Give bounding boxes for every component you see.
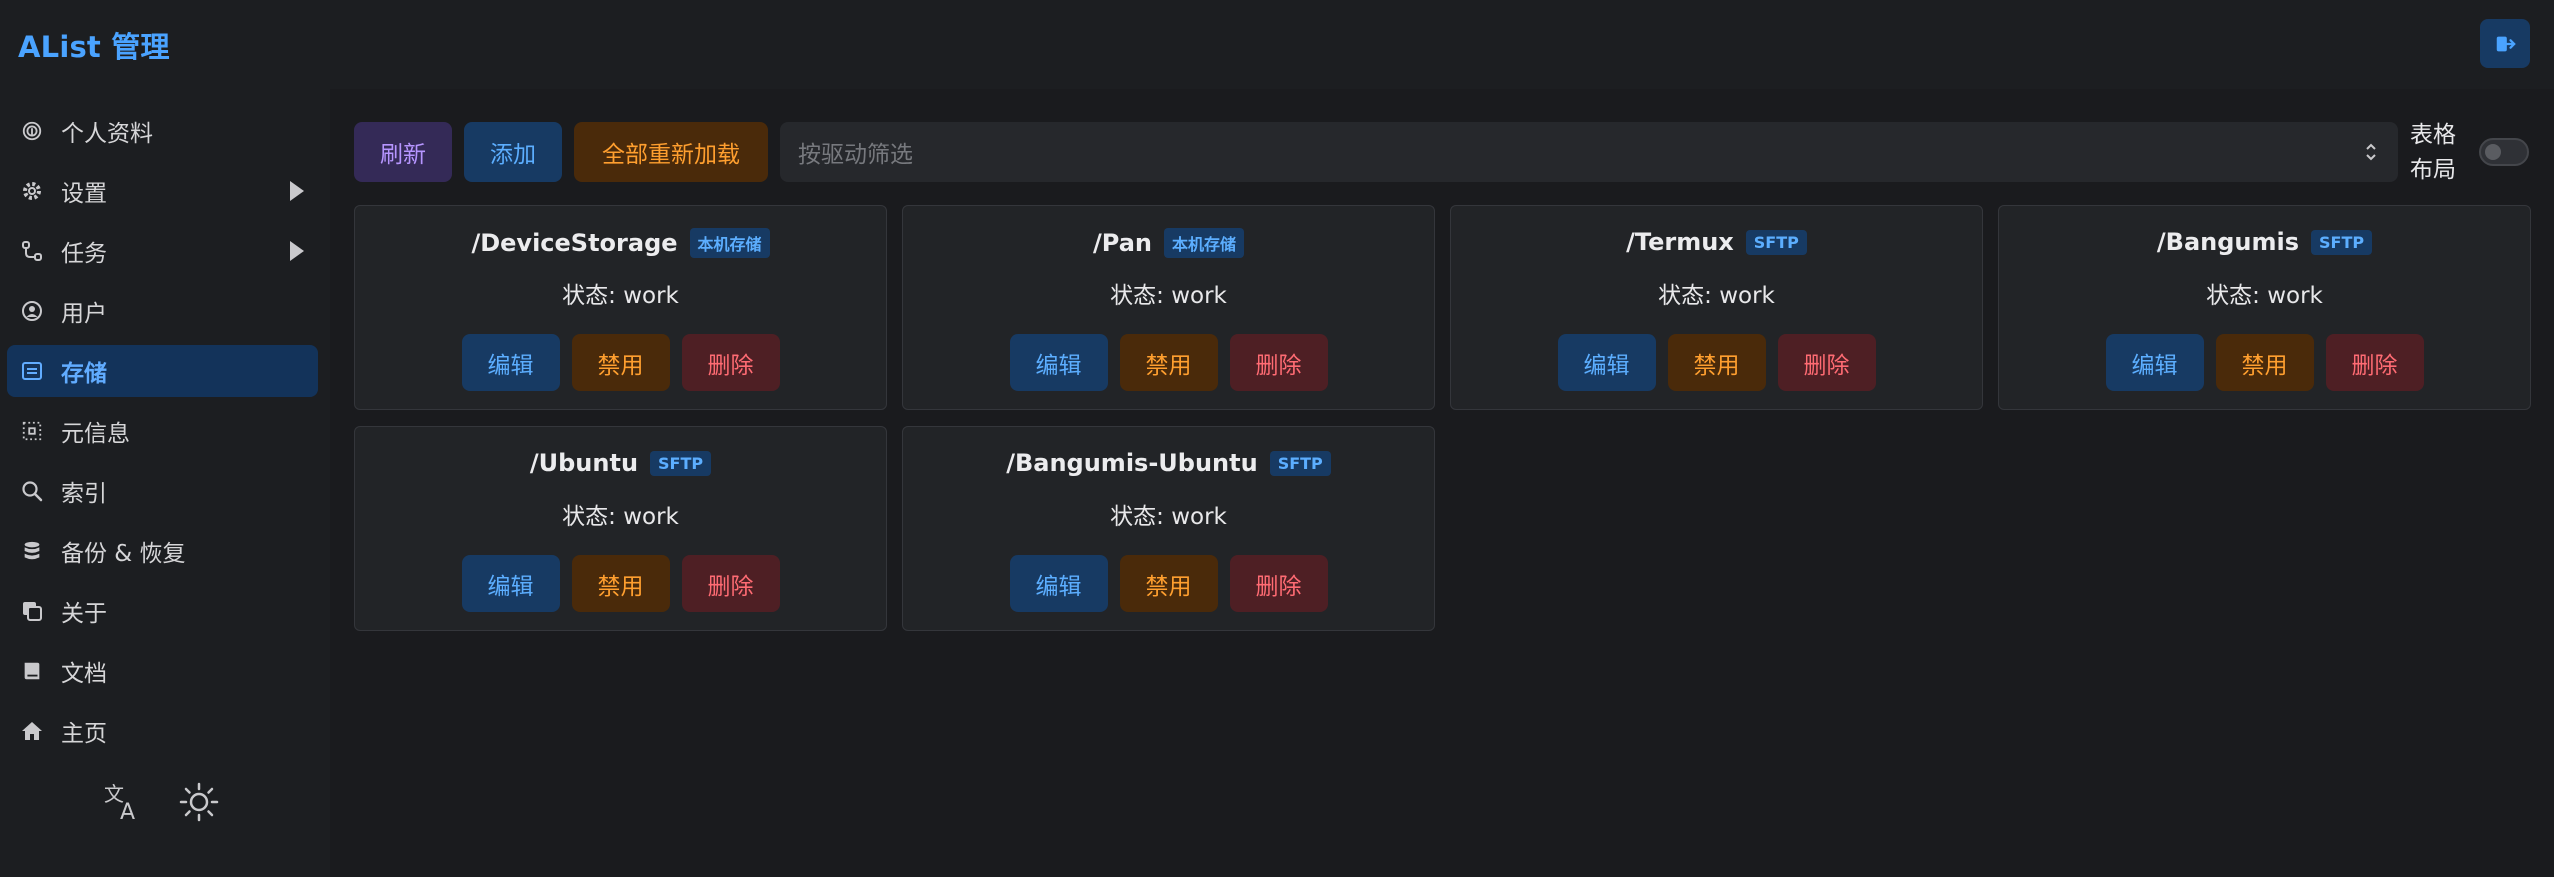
sidebar-item-label: 关于 [61,601,107,627]
driver-badge: SFTP [1745,229,1807,255]
disable-button[interactable]: 禁用 [571,555,670,612]
storage-path: /Pan [1092,229,1152,257]
top-bar: AList 管理 [0,0,2554,89]
translate-icon[interactable]: 文 A [100,779,146,825]
delete-button[interactable]: 删除 [681,555,780,612]
sidebar-item-metadata[interactable]: 元信息 [7,405,318,457]
delete-button[interactable]: 删除 [2325,334,2424,391]
edit-button[interactable]: 编辑 [2105,334,2204,391]
sidebar-item-label: 文档 [61,661,107,687]
svg-text:A: A [120,800,135,823]
edit-button[interactable]: 编辑 [1009,555,1108,612]
sun-icon[interactable] [176,779,222,825]
toggle-knob [2485,144,2501,160]
sidebar: 个人资料 设置 任务 用户 存储 元信息 索引 备份 & 恢复 关于 文档 主页… [0,89,330,877]
driver-badge: SFTP [2311,229,2373,255]
delete-button[interactable]: 删除 [1229,334,1328,391]
table-layout-label: 表格 布局 [2410,118,2460,188]
sidebar-bottom-actions: 文 A [100,779,222,825]
storage-card: /Ubuntu SFTP 状态: work 编辑 禁用 删除 [354,426,887,631]
driver-badge: SFTP [650,450,712,476]
sidebar-item-label: 主页 [61,721,107,747]
book-icon [19,658,45,684]
route-icon [19,238,45,264]
storage-path: /DeviceStorage [471,229,678,257]
sidebar-item-backup-restore[interactable]: 备份 & 恢复 [7,525,318,577]
storage-path: /Bangumis-Ubuntu [1006,449,1258,477]
copy-icon [19,598,45,624]
disable-button[interactable]: 禁用 [1667,334,1766,391]
disable-button[interactable]: 禁用 [2215,334,2314,391]
logout-button[interactable] [2480,19,2530,68]
toolbar: 刷新 添加 全部重新加载 按驱动筛选 表格 布局 [354,122,2544,183]
fingerprint-icon [19,118,45,144]
storage-path: /Ubuntu [529,449,639,477]
storage-status: 状态: work [1110,504,1227,530]
chevron-right-icon [290,241,304,261]
sidebar-item-home[interactable]: 主页 [7,705,318,757]
app-title: AList 管理 [18,29,170,64]
home-icon [19,718,45,744]
edit-button[interactable]: 编辑 [461,334,560,391]
sidebar-item-label: 存储 [61,361,107,387]
sidebar-item-docs[interactable]: 文档 [7,645,318,697]
table-layout-label-line2: 布局 [2410,157,2456,183]
disable-button[interactable]: 禁用 [1119,334,1218,391]
table-layout-label-line1: 表格 [2410,122,2456,148]
storage-status: 状态: work [562,283,679,309]
search-icon [19,478,45,504]
gear-icon [19,178,45,204]
sidebar-item-label: 设置 [61,181,107,207]
storage-card: /Pan 本机存储 状态: work 编辑 禁用 删除 [902,205,1435,410]
storage-status: 状态: work [1110,283,1227,309]
driver-filter-placeholder: 按驱动筛选 [798,142,913,168]
sidebar-item-label: 索引 [61,481,107,507]
disable-button[interactable]: 禁用 [571,334,670,391]
storage-card: /Termux SFTP 状态: work 编辑 禁用 删除 [1450,205,1983,410]
storage-status: 状态: work [562,504,679,530]
refresh-button[interactable]: 刷新 [354,122,452,182]
sidebar-item-label: 用户 [61,301,107,327]
reload-all-button[interactable]: 全部重新加载 [574,122,768,182]
sidebar-item-settings[interactable]: 设置 [7,165,318,217]
main-content: 刷新 添加 全部重新加载 按驱动筛选 表格 布局 /DeviceStorage … [330,89,2554,877]
sidebar-item-storage[interactable]: 存储 [7,345,318,397]
edit-button[interactable]: 编辑 [461,555,560,612]
delete-button[interactable]: 删除 [681,334,780,391]
sidebar-item-label: 个人资料 [61,121,153,147]
storage-status: 状态: work [2206,283,2323,309]
user-circle-icon [19,298,45,324]
sidebar-item-tasks[interactable]: 任务 [7,225,318,277]
chevron-right-icon [290,181,304,201]
table-layout-toggle[interactable] [2479,138,2529,166]
storage-status: 状态: work [1658,283,1775,309]
sidebar-item-about[interactable]: 关于 [7,585,318,637]
storage-path: /Termux [1626,228,1734,256]
storage-card: /DeviceStorage 本机存储 状态: work 编辑 禁用 删除 [354,205,887,410]
sidebar-item-label: 元信息 [61,421,130,447]
edit-button[interactable]: 编辑 [1009,334,1108,391]
disable-button[interactable]: 禁用 [1119,555,1218,612]
sidebar-item-users[interactable]: 用户 [7,285,318,337]
delete-button[interactable]: 删除 [1229,555,1328,612]
sidebar-item-label: 任务 [61,241,107,267]
storage-icon [19,358,45,384]
driver-badge: 本机存储 [689,228,770,258]
edit-button[interactable]: 编辑 [1557,334,1656,391]
storage-path: /Bangumis [2156,228,2300,256]
select-caret-icon [2366,143,2376,161]
delete-button[interactable]: 删除 [1777,334,1876,391]
storage-card: /Bangumis SFTP 状态: work 编辑 禁用 删除 [1998,205,2531,410]
driver-badge: 本机存储 [1163,228,1244,258]
database-icon [19,538,45,564]
logout-icon [2496,36,2516,51]
driver-filter-select[interactable]: 按驱动筛选 [780,122,2398,182]
add-button[interactable]: 添加 [464,122,562,182]
sidebar-item-index[interactable]: 索引 [7,465,318,517]
driver-badge: SFTP [1269,450,1331,476]
sidebar-item-label: 备份 & 恢复 [61,541,186,567]
storage-card: /Bangumis-Ubuntu SFTP 状态: work 编辑 禁用 删除 [902,426,1435,631]
metadata-icon [19,418,45,444]
sidebar-item-profile[interactable]: 个人资料 [7,105,318,157]
